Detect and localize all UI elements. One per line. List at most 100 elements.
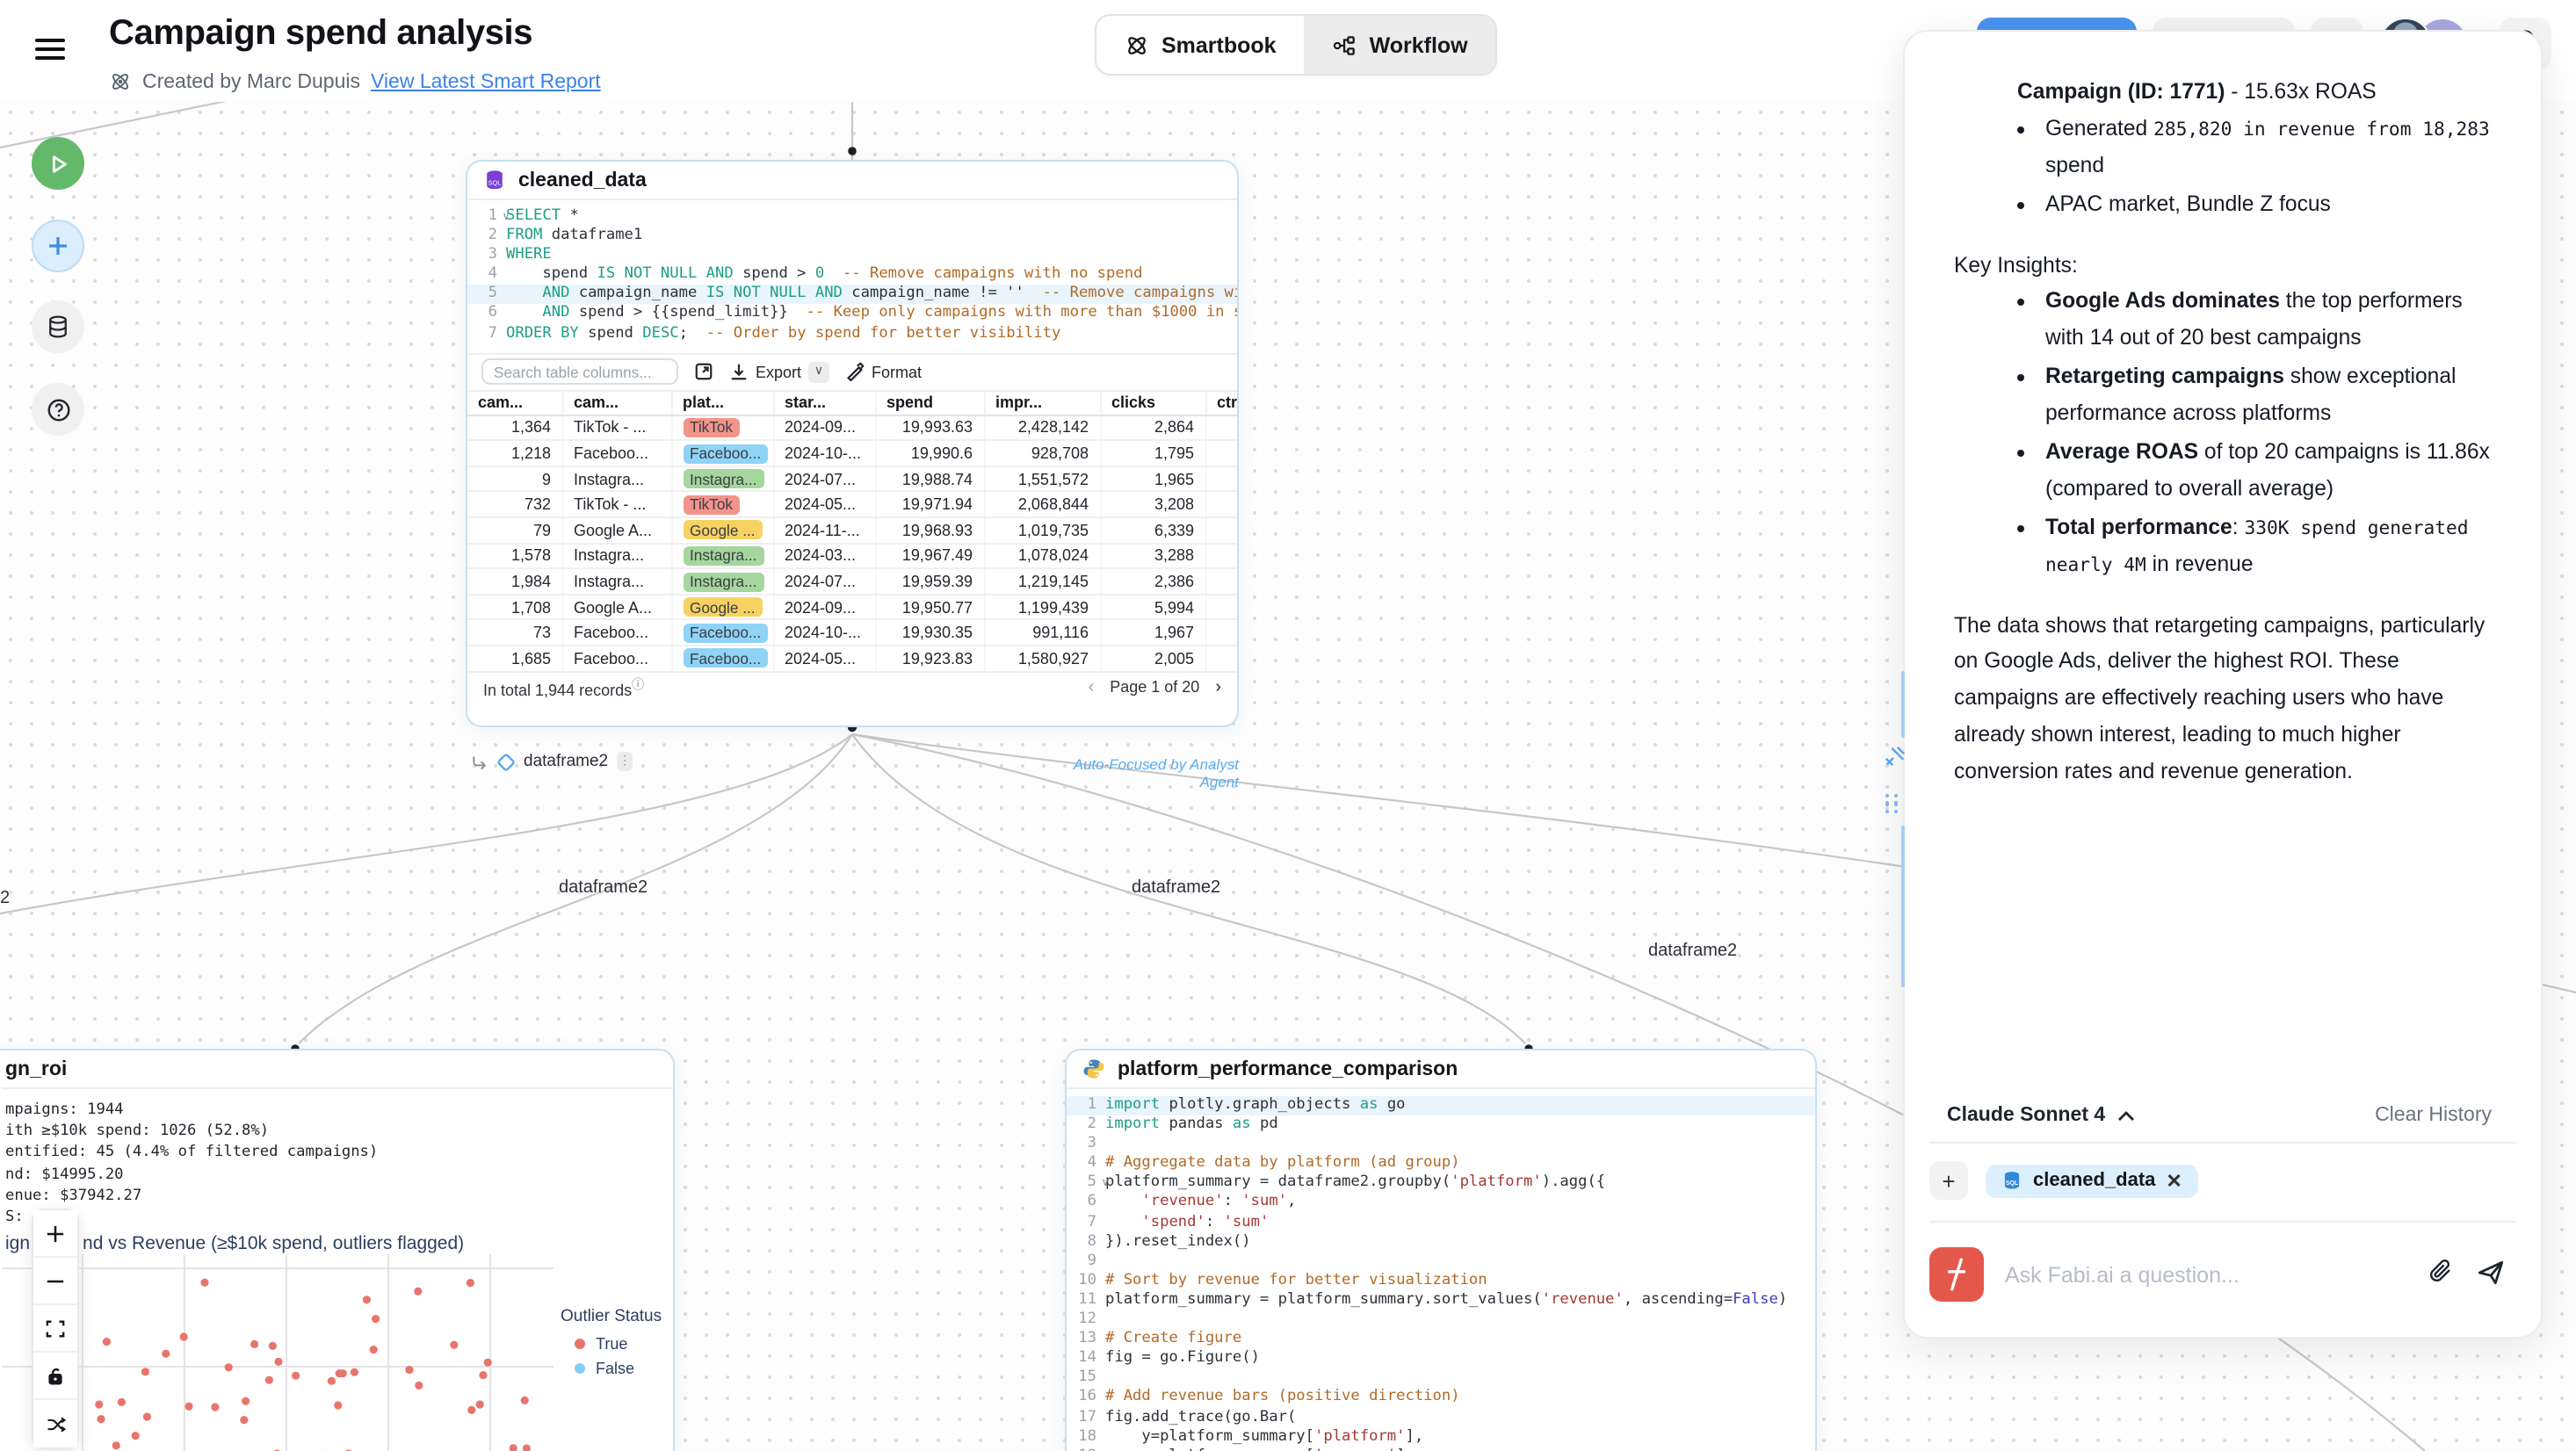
column-header[interactable]: clicks [1100,390,1205,415]
clear-history-button[interactable]: Clear History [2375,1105,2492,1126]
pin-panel-icon[interactable] [1884,745,1907,776]
table-cell: TikTok - ... [562,492,671,517]
help-button[interactable] [32,383,84,436]
shuffle-layout-button[interactable] [33,1400,77,1447]
code-line[interactable]: 5 AND campaign_name IS NOT NULL AND camp… [467,285,1237,305]
table-row[interactable]: 1,364TikTok - ...TikTok2024-09...19,993.… [467,415,1239,440]
doc-subtitle: Created by Marc Dupuis View Latest Smart… [109,70,601,93]
model-selector[interactable]: Claude Sonnet 4 [1947,1105,2135,1126]
column-header[interactable]: impr... [984,390,1100,415]
table-row[interactable]: 1,578Instagra...Instagra...2024-03...19,… [467,543,1239,568]
column-header[interactable]: cam... [562,390,671,415]
code-line[interactable]: 11platform_summary = platform_summary.so… [1067,1291,1815,1310]
code-line[interactable]: 9 [1067,1252,1815,1272]
code-line[interactable]: 8}).reset_index() [1067,1232,1815,1252]
context-row: + SQL cleaned_data ✕ [1905,1144,2541,1221]
column-header[interactable]: cam... [467,390,562,415]
table-cell: 1,967 [1100,620,1205,646]
table-row[interactable]: 1,685Faceboo...Faceboo...2024-05...19,92… [467,646,1239,671]
context-chip-cleaned-data[interactable]: SQL cleaned_data ✕ [1986,1164,2198,1197]
search-table-columns-input[interactable] [481,358,678,385]
code-line[interactable]: 1import plotly.graph_objects as go [1067,1096,1815,1115]
fit-view-button[interactable] [33,1305,77,1353]
py-node-header[interactable]: platform_performance_comparison [1067,1050,1815,1089]
chat-question-input[interactable] [2005,1262,2406,1287]
table-row[interactable]: 1,708Google A...Google ...2024-09...19,9… [467,595,1239,620]
canvas-zoom-toolbar [32,1209,79,1449]
legend-item-true[interactable]: True [561,1335,662,1353]
table-row[interactable]: 79Google A...Google ...2024-11-...19,968… [467,517,1239,543]
code-line[interactable]: 4# Aggregate data by platform (ad group) [1067,1155,1815,1174]
line-number: 5∨ [1067,1174,1105,1194]
code-line[interactable]: 7 'spend': 'sum' [1067,1213,1815,1232]
python-code-editor[interactable]: 1import plotly.graph_objects as go2impor… [1067,1089,1815,1451]
code-line[interactable]: 6 AND spend > {{spend_limit}} -- Keep on… [467,305,1237,324]
attach-file-button[interactable] [2427,1258,2455,1291]
dataframe-menu-handle[interactable]: ⋮ [617,752,633,771]
node-campaign-roi[interactable]: gn_roi mpaigns: 1944 ith ≥$10k spend: 10… [0,1049,675,1451]
code-line[interactable]: 2import pandas as pd [1067,1115,1815,1135]
remove-context-icon[interactable]: ✕ [2166,1169,2182,1192]
add-node-button[interactable] [32,220,84,272]
code-line[interactable]: 3WHERE [467,246,1237,265]
column-header[interactable]: plat... [671,390,773,415]
legend-item-false[interactable]: False [561,1360,662,1377]
export-chevron-icon[interactable]: ∨ [808,361,829,382]
run-workflow-button[interactable] [32,137,84,190]
code-line[interactable]: 6 'revenue': 'sum', [1067,1194,1815,1213]
code-line[interactable]: 2FROM dataframe1 [467,227,1237,246]
table-row[interactable]: 73Faceboo...Faceboo...2024-10-...19,930.… [467,620,1239,646]
column-header[interactable]: spend [875,390,984,415]
table-cell [1205,492,1239,517]
send-button[interactable] [2476,1257,2506,1292]
format-button[interactable]: Format [845,362,922,381]
prev-page-button[interactable]: ‹ [1089,677,1095,697]
code-line[interactable]: 4 spend IS NOT NULL AND spend > 0 -- Rem… [467,266,1237,285]
info-icon[interactable]: ⓘ [632,679,644,691]
result-table[interactable]: cam...cam...plat...star...spendimpr...cl… [467,389,1239,672]
code-line[interactable]: 5∨platform_summary = dataframe2.groupby(… [1067,1174,1815,1194]
code-line[interactable]: 16# Add revenue bars (positive direction… [1067,1389,1815,1408]
code-line[interactable]: 10# Sort by revenue for better visualiza… [1067,1272,1815,1291]
column-header[interactable]: star... [773,390,875,415]
node-output-row[interactable]: dataframe2 ⋮ [471,752,633,771]
code-line[interactable]: 3 [1067,1135,1815,1154]
scatter-plot[interactable] [2,1254,554,1451]
code-line[interactable]: 7ORDER BY spend DESC; -- Order by spend … [467,324,1237,343]
panel-drag-handle[interactable] [1885,794,1899,813]
code-line[interactable]: 18 y=platform_summary['platform'], [1067,1427,1815,1447]
table-row[interactable]: 9Instagra...Instagra...2024-07...19,988.… [467,466,1239,492]
table-cell [1205,543,1239,568]
zoom-out-button[interactable] [33,1258,77,1305]
edge-label-dataframe2: dataframe2 [1132,878,1220,898]
export-button[interactable]: Export ∨ [729,361,829,382]
tab-smartbook[interactable]: Smartbook [1096,16,1305,74]
code-line[interactable]: 1∨SELECT * [467,207,1237,227]
code-line[interactable]: 14fig = go.Figure() [1067,1349,1815,1368]
table-row[interactable]: 732TikTok - ...TikTok2024-05...19,971.94… [467,492,1239,517]
table-cell: 19,923.83 [875,646,984,671]
next-page-button[interactable]: › [1215,677,1221,697]
column-header[interactable]: ctr [1205,390,1239,415]
code-line[interactable]: 15 [1067,1369,1815,1389]
lock-canvas-button[interactable] [33,1353,77,1400]
sql-code-editor[interactable]: 1∨SELECT *2FROM dataframe13WHERE4 spend … [467,200,1237,352]
code-line[interactable]: 17fig.add_trace(go.Bar( [1067,1408,1815,1427]
smart-report-link[interactable]: View Latest Smart Report [371,71,601,92]
code-line[interactable]: 13# Create figure [1067,1330,1815,1349]
code-line[interactable]: 12 [1067,1310,1815,1330]
expand-table-button[interactable] [694,362,713,381]
tab-workflow[interactable]: Workflow [1305,16,1496,74]
sql-node-header[interactable]: SQL cleaned_data [467,162,1237,200]
data-sources-button[interactable] [32,300,84,353]
add-context-button[interactable]: + [1929,1161,1968,1200]
node-platform-performance-comparison[interactable]: platform_performance_comparison 1import … [1065,1049,1817,1451]
chat-message-area[interactable]: Campaign (ID: 1771) - 15.63x ROASGenerat… [1905,32,2541,1087]
table-row[interactable]: 1,984Instagra...Instagra...2024-07...19,… [467,568,1239,594]
zoom-in-button[interactable] [33,1210,77,1258]
code-line[interactable]: 19 x=platform_summary['revenue'], [1067,1447,1815,1451]
table-row[interactable]: 1,218Faceboo...Faceboo...2024-10-...19,9… [467,441,1239,466]
node-cleaned-data[interactable]: SQL cleaned_data 1∨SELECT *2FROM datafra… [466,160,1239,727]
roi-node-header[interactable]: gn_roi [2,1050,675,1089]
hamburger-menu-icon[interactable] [35,39,65,60]
